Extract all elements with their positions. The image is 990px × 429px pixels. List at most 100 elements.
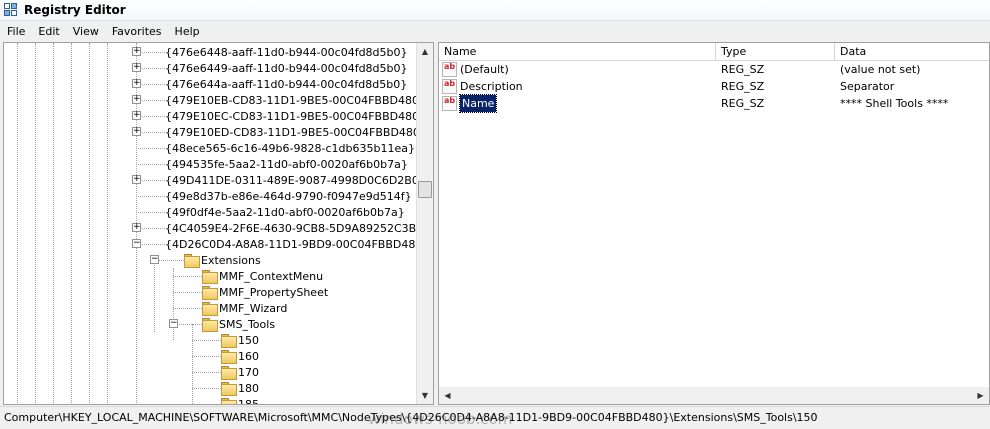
tree-item-label: SMS_Tools bbox=[219, 317, 276, 331]
tree-item[interactable]: Extensions bbox=[184, 252, 261, 268]
folder-icon bbox=[202, 270, 218, 284]
folder-icon bbox=[221, 334, 237, 348]
tree-item-label: {4D26C0D4-A8A8-11D1-9BD9-00C04FBBD480} bbox=[165, 237, 430, 251]
folder-icon bbox=[221, 350, 237, 364]
tree-item[interactable]: MMF_ContextMenu bbox=[202, 268, 323, 284]
tree-item[interactable]: {479E10ED-CD83-11D1-9BE5-00C04FBBD480} bbox=[165, 124, 427, 140]
tree-item[interactable]: 180 bbox=[221, 380, 259, 396]
value-data: **** Shell Tools **** bbox=[840, 97, 949, 110]
expand-icon[interactable]: + bbox=[132, 63, 141, 72]
tree-item-label: {48ece565-6c16-49b6-9828-c1db635b11ea} bbox=[165, 141, 415, 155]
tree-item-label: MMF_Wizard bbox=[219, 301, 288, 315]
tree-item-label: {479E10EB-CD83-11D1-9BE5-00C04FBBD480} bbox=[165, 93, 426, 107]
tree-item[interactable]: 150 bbox=[221, 332, 259, 348]
value-row[interactable]: ab Name REG_SZ **** Shell Tools **** bbox=[439, 94, 989, 113]
registry-editor-icon bbox=[3, 2, 19, 18]
folder-icon bbox=[202, 318, 218, 332]
tree-item-label: {4C4059E4-2F6E-4630-9CB8-5D9A89252C3B} bbox=[165, 221, 424, 235]
expand-icon[interactable]: + bbox=[132, 79, 141, 88]
column-header-data[interactable]: Data bbox=[835, 43, 989, 61]
tree-item-label: {49D411DE-0311-489E-9087-4998D0C6D2B0} bbox=[165, 173, 426, 187]
value-name: Name bbox=[458, 94, 498, 113]
expand-icon[interactable]: + bbox=[132, 127, 141, 136]
collapse-icon[interactable]: − bbox=[132, 239, 141, 248]
expand-icon[interactable]: + bbox=[132, 95, 141, 104]
tree-item[interactable]: {476e6448-aaff-11d0-b944-00c04fd8d5b0} bbox=[165, 44, 408, 60]
key-tree-pane[interactable]: + {476e6448-aaff-11d0-b944-00c04fd8d5b0} +… bbox=[3, 42, 434, 405]
expand-icon[interactable]: + bbox=[132, 223, 141, 232]
tree-item-label: MMF_PropertySheet bbox=[219, 285, 329, 299]
list-horizontal-scrollbar[interactable]: ◀ ▶ bbox=[439, 387, 989, 404]
tree-item[interactable]: SMS_Tools bbox=[202, 316, 275, 332]
column-header-name[interactable]: Name bbox=[439, 43, 716, 61]
tree-item-label: 160 bbox=[238, 349, 259, 363]
expand-icon[interactable]: + bbox=[132, 111, 141, 120]
tree-item[interactable]: {4C4059E4-2F6E-4630-9CB8-5D9A89252C3B} bbox=[165, 220, 423, 236]
string-value-icon: ab bbox=[442, 62, 457, 77]
value-row[interactable]: ab (Default) REG_SZ (value not set) bbox=[439, 61, 989, 78]
list-header: Name Type Data bbox=[439, 43, 989, 61]
value-name: Description bbox=[460, 80, 523, 93]
value-data: (value not set) bbox=[840, 63, 921, 76]
value-name: (Default) bbox=[460, 63, 509, 76]
expand-icon[interactable]: + bbox=[132, 47, 141, 56]
scroll-left-icon[interactable]: ◀ bbox=[439, 387, 456, 404]
tree-item-label: Extensions bbox=[201, 253, 261, 267]
scroll-right-icon[interactable]: ▶ bbox=[972, 387, 989, 404]
tree-item[interactable]: 185 bbox=[221, 396, 259, 405]
tree-item[interactable]: MMF_PropertySheet bbox=[202, 284, 328, 300]
menu-view[interactable]: View bbox=[66, 25, 105, 38]
tree-item[interactable]: 170 bbox=[221, 364, 259, 380]
tree-item[interactable]: {49e8d37b-e86e-464d-9790-f0947e9d514f} bbox=[165, 188, 412, 204]
menu-favorites[interactable]: Favorites bbox=[105, 25, 168, 38]
tree-vertical-scrollbar[interactable]: ▲ ▼ bbox=[416, 43, 433, 404]
scroll-down-icon[interactable]: ▼ bbox=[417, 387, 433, 404]
tree-item-label: {479E10EC-CD83-11D1-9BE5-00C04FBBD480} bbox=[165, 109, 427, 123]
value-type: REG_SZ bbox=[721, 63, 765, 76]
watermark: windows-noob.com bbox=[368, 410, 513, 428]
value-row[interactable]: ab Description REG_SZ Separator bbox=[439, 78, 989, 95]
window-title: Registry Editor bbox=[24, 3, 126, 17]
folder-icon bbox=[221, 398, 237, 404]
tree-item[interactable]: {494535fe-5aa2-11d0-abf0-0020af6b0b7a} bbox=[165, 156, 408, 172]
scroll-up-icon[interactable]: ▲ bbox=[417, 43, 433, 60]
tree-item-label: {476e644a-aaff-11d0-b944-00c04fd8d5b0} bbox=[165, 77, 408, 91]
expand-icon[interactable]: + bbox=[132, 175, 141, 184]
title-bar: Registry Editor bbox=[0, 0, 990, 21]
folder-icon bbox=[221, 382, 237, 396]
tree-item[interactable]: {48ece565-6c16-49b6-9828-c1db635b11ea} bbox=[165, 140, 415, 156]
string-value-icon: ab bbox=[442, 79, 457, 94]
tree-item-label: MMF_ContextMenu bbox=[219, 269, 324, 283]
tree-item-label: {479E10ED-CD83-11D1-9BE5-00C04FBBD480} bbox=[165, 125, 427, 139]
tree-item[interactable]: {476e6449-aaff-11d0-b944-00c04fd8d5b0} bbox=[165, 60, 408, 76]
value-data: Separator bbox=[840, 80, 895, 93]
tree-item-label: 180 bbox=[238, 381, 259, 395]
tree-item-label: 150 bbox=[238, 333, 259, 347]
tree-item-label: {49e8d37b-e86e-464d-9790-f0947e9d514f} bbox=[165, 189, 412, 203]
tree-item[interactable]: {476e644a-aaff-11d0-b944-00c04fd8d5b0} bbox=[165, 76, 407, 92]
tree-item[interactable]: {479E10EC-CD83-11D1-9BE5-00C04FBBD480} bbox=[165, 108, 426, 124]
menu-file[interactable]: File bbox=[0, 25, 31, 38]
collapse-icon[interactable]: − bbox=[150, 255, 159, 264]
menu-help[interactable]: Help bbox=[168, 25, 206, 38]
menu-bar: File Edit View Favorites Help bbox=[0, 21, 990, 41]
menu-edit[interactable]: Edit bbox=[31, 25, 65, 38]
tree-item[interactable]: {479E10EB-CD83-11D1-9BE5-00C04FBBD480} bbox=[165, 92, 426, 108]
folder-icon bbox=[202, 302, 218, 316]
value-type: REG_SZ bbox=[721, 97, 765, 110]
tree-item-label: 185 bbox=[238, 397, 259, 405]
tree-item[interactable]: 160 bbox=[221, 348, 259, 364]
tree-item[interactable]: MMF_Wizard bbox=[202, 300, 287, 316]
tree-item[interactable]: {49f0df4e-5aa2-11d0-abf0-0020af6b0b7a} bbox=[165, 204, 405, 220]
tree-item-label: {476e6448-aaff-11d0-b944-00c04fd8d5b0} bbox=[165, 45, 408, 59]
collapse-icon[interactable]: − bbox=[169, 319, 178, 328]
values-list-pane[interactable]: Name Type Data ab (Default) REG_SZ (value n… bbox=[438, 42, 990, 405]
value-type: REG_SZ bbox=[721, 80, 765, 93]
scroll-thumb[interactable] bbox=[418, 181, 432, 198]
tree-item[interactable]: {49D411DE-0311-489E-9087-4998D0C6D2B0} bbox=[165, 172, 426, 188]
folder-icon bbox=[202, 286, 218, 300]
tree-item-label: {476e6449-aaff-11d0-b944-00c04fd8d5b0} bbox=[165, 61, 408, 75]
tree-item[interactable]: {4D26C0D4-A8A8-11D1-9BD9-00C04FBBD480} bbox=[165, 236, 429, 252]
column-header-type[interactable]: Type bbox=[716, 43, 835, 61]
tree-item-label: 170 bbox=[238, 365, 259, 379]
